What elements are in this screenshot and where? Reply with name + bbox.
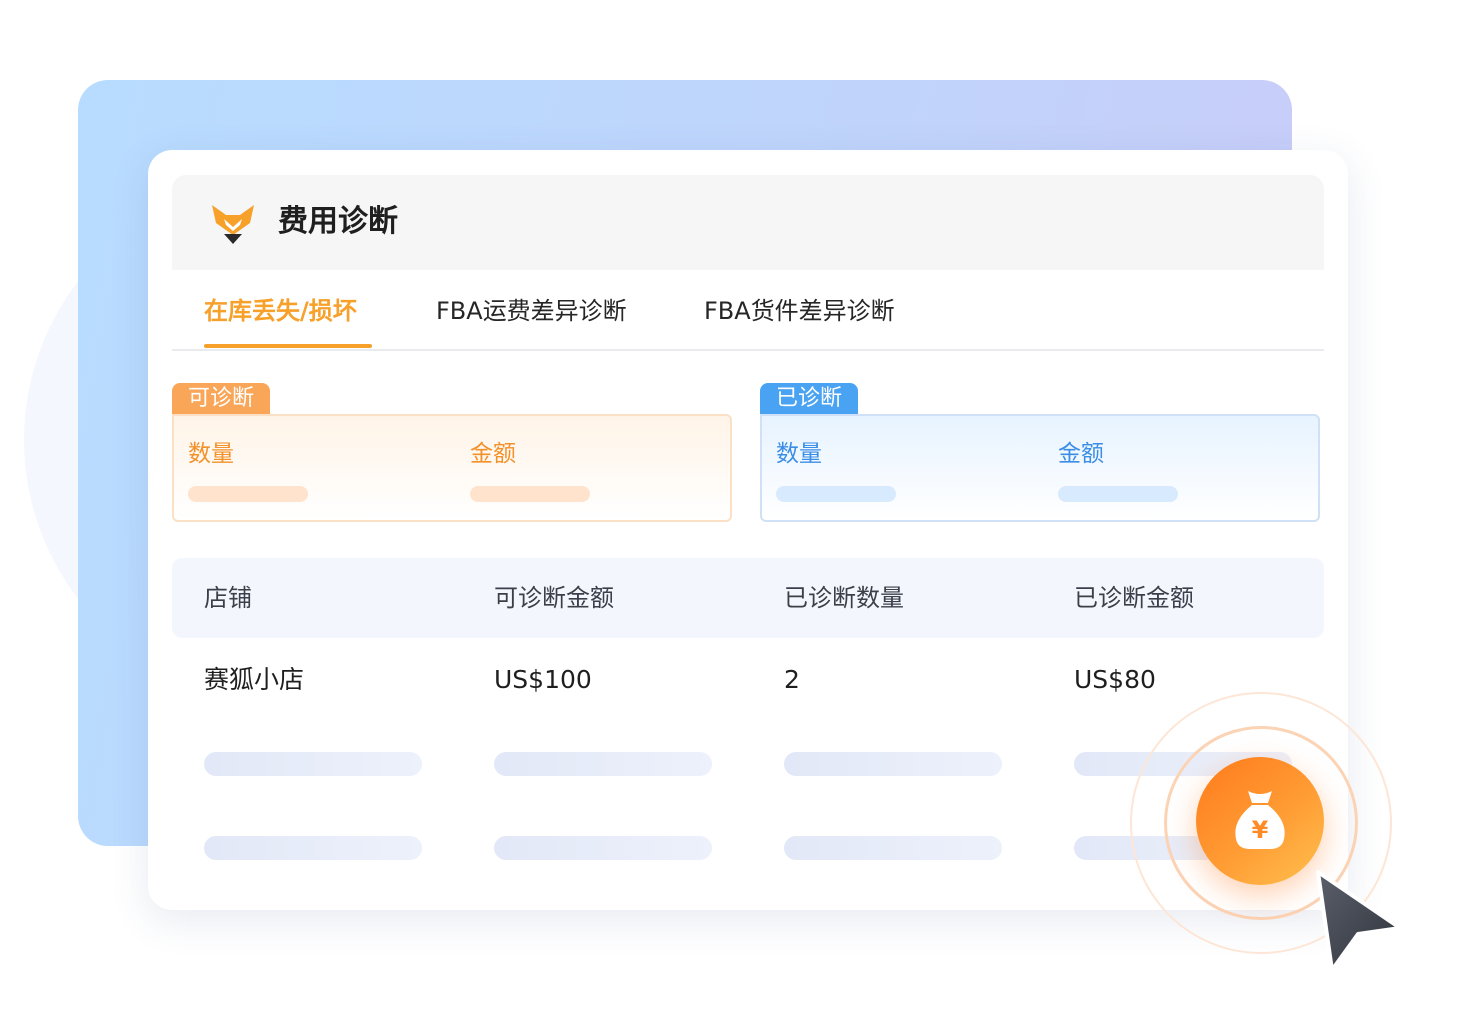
diagnosed-amount-label: 金额: [1058, 441, 1104, 467]
card-header: 费用诊断: [172, 175, 1324, 270]
placeholder-cell: [204, 752, 422, 776]
table-header: 店铺 可诊断金额 已诊断数量 已诊断金额: [172, 558, 1324, 638]
fox-logo-icon: [212, 205, 254, 244]
diagnosed-quantity-label: 数量: [776, 441, 822, 467]
placeholder-cell: [494, 752, 712, 776]
column-header-diagnosed-amount: 已诊断金额: [1074, 584, 1194, 612]
cell-diagnosed-quantity: 2: [784, 665, 800, 694]
placeholder-cell: [784, 836, 1002, 860]
diagnosable-amount-placeholder: [470, 486, 590, 502]
placeholder-cell: [784, 752, 1002, 776]
tab-inventory-lost-damaged[interactable]: 在库丢失/损坏: [204, 294, 357, 328]
mouse-pointer-icon: [1316, 870, 1402, 972]
currency-symbol: ¥: [1252, 816, 1269, 844]
diagnosed-amount-placeholder: [1058, 486, 1178, 502]
diagnosed-stats-box: 数量 金额: [760, 414, 1320, 522]
diagnosable-amount-label: 金额: [470, 441, 516, 467]
column-header-diagnosable-amount: 可诊断金额: [494, 584, 614, 612]
page-title: 费用诊断: [278, 204, 398, 239]
diagnosable-stats-box: 数量 金额: [172, 414, 732, 522]
active-tab-indicator: [204, 344, 372, 348]
diagnosable-quantity-placeholder: [188, 486, 308, 502]
tab-fba-freight-diagnosis[interactable]: FBA运费差异诊断: [436, 294, 627, 328]
column-header-store: 店铺: [204, 584, 252, 612]
diagnosable-tag: 可诊断: [172, 383, 271, 415]
tab-fba-shipment-diagnosis[interactable]: FBA货件差异诊断: [704, 294, 895, 328]
column-header-diagnosed-quantity: 已诊断数量: [784, 584, 904, 612]
diagnosable-quantity-label: 数量: [188, 441, 234, 467]
diagnosed-quantity-placeholder: [776, 486, 896, 502]
placeholder-cell: [494, 836, 712, 860]
tab-bar: 在库丢失/损坏 FBA运费差异诊断 FBA货件差异诊断: [172, 270, 1324, 351]
money-bag-icon: ¥: [1235, 791, 1285, 849]
cell-diagnosed-amount: US$80: [1074, 665, 1156, 694]
money-bag-button[interactable]: ¥: [1196, 757, 1324, 885]
cell-store: 赛狐小店: [204, 665, 305, 694]
placeholder-cell: [204, 836, 422, 860]
cell-diagnosable-amount: US$100: [494, 665, 592, 694]
diagnosed-tag: 已诊断: [760, 383, 859, 415]
